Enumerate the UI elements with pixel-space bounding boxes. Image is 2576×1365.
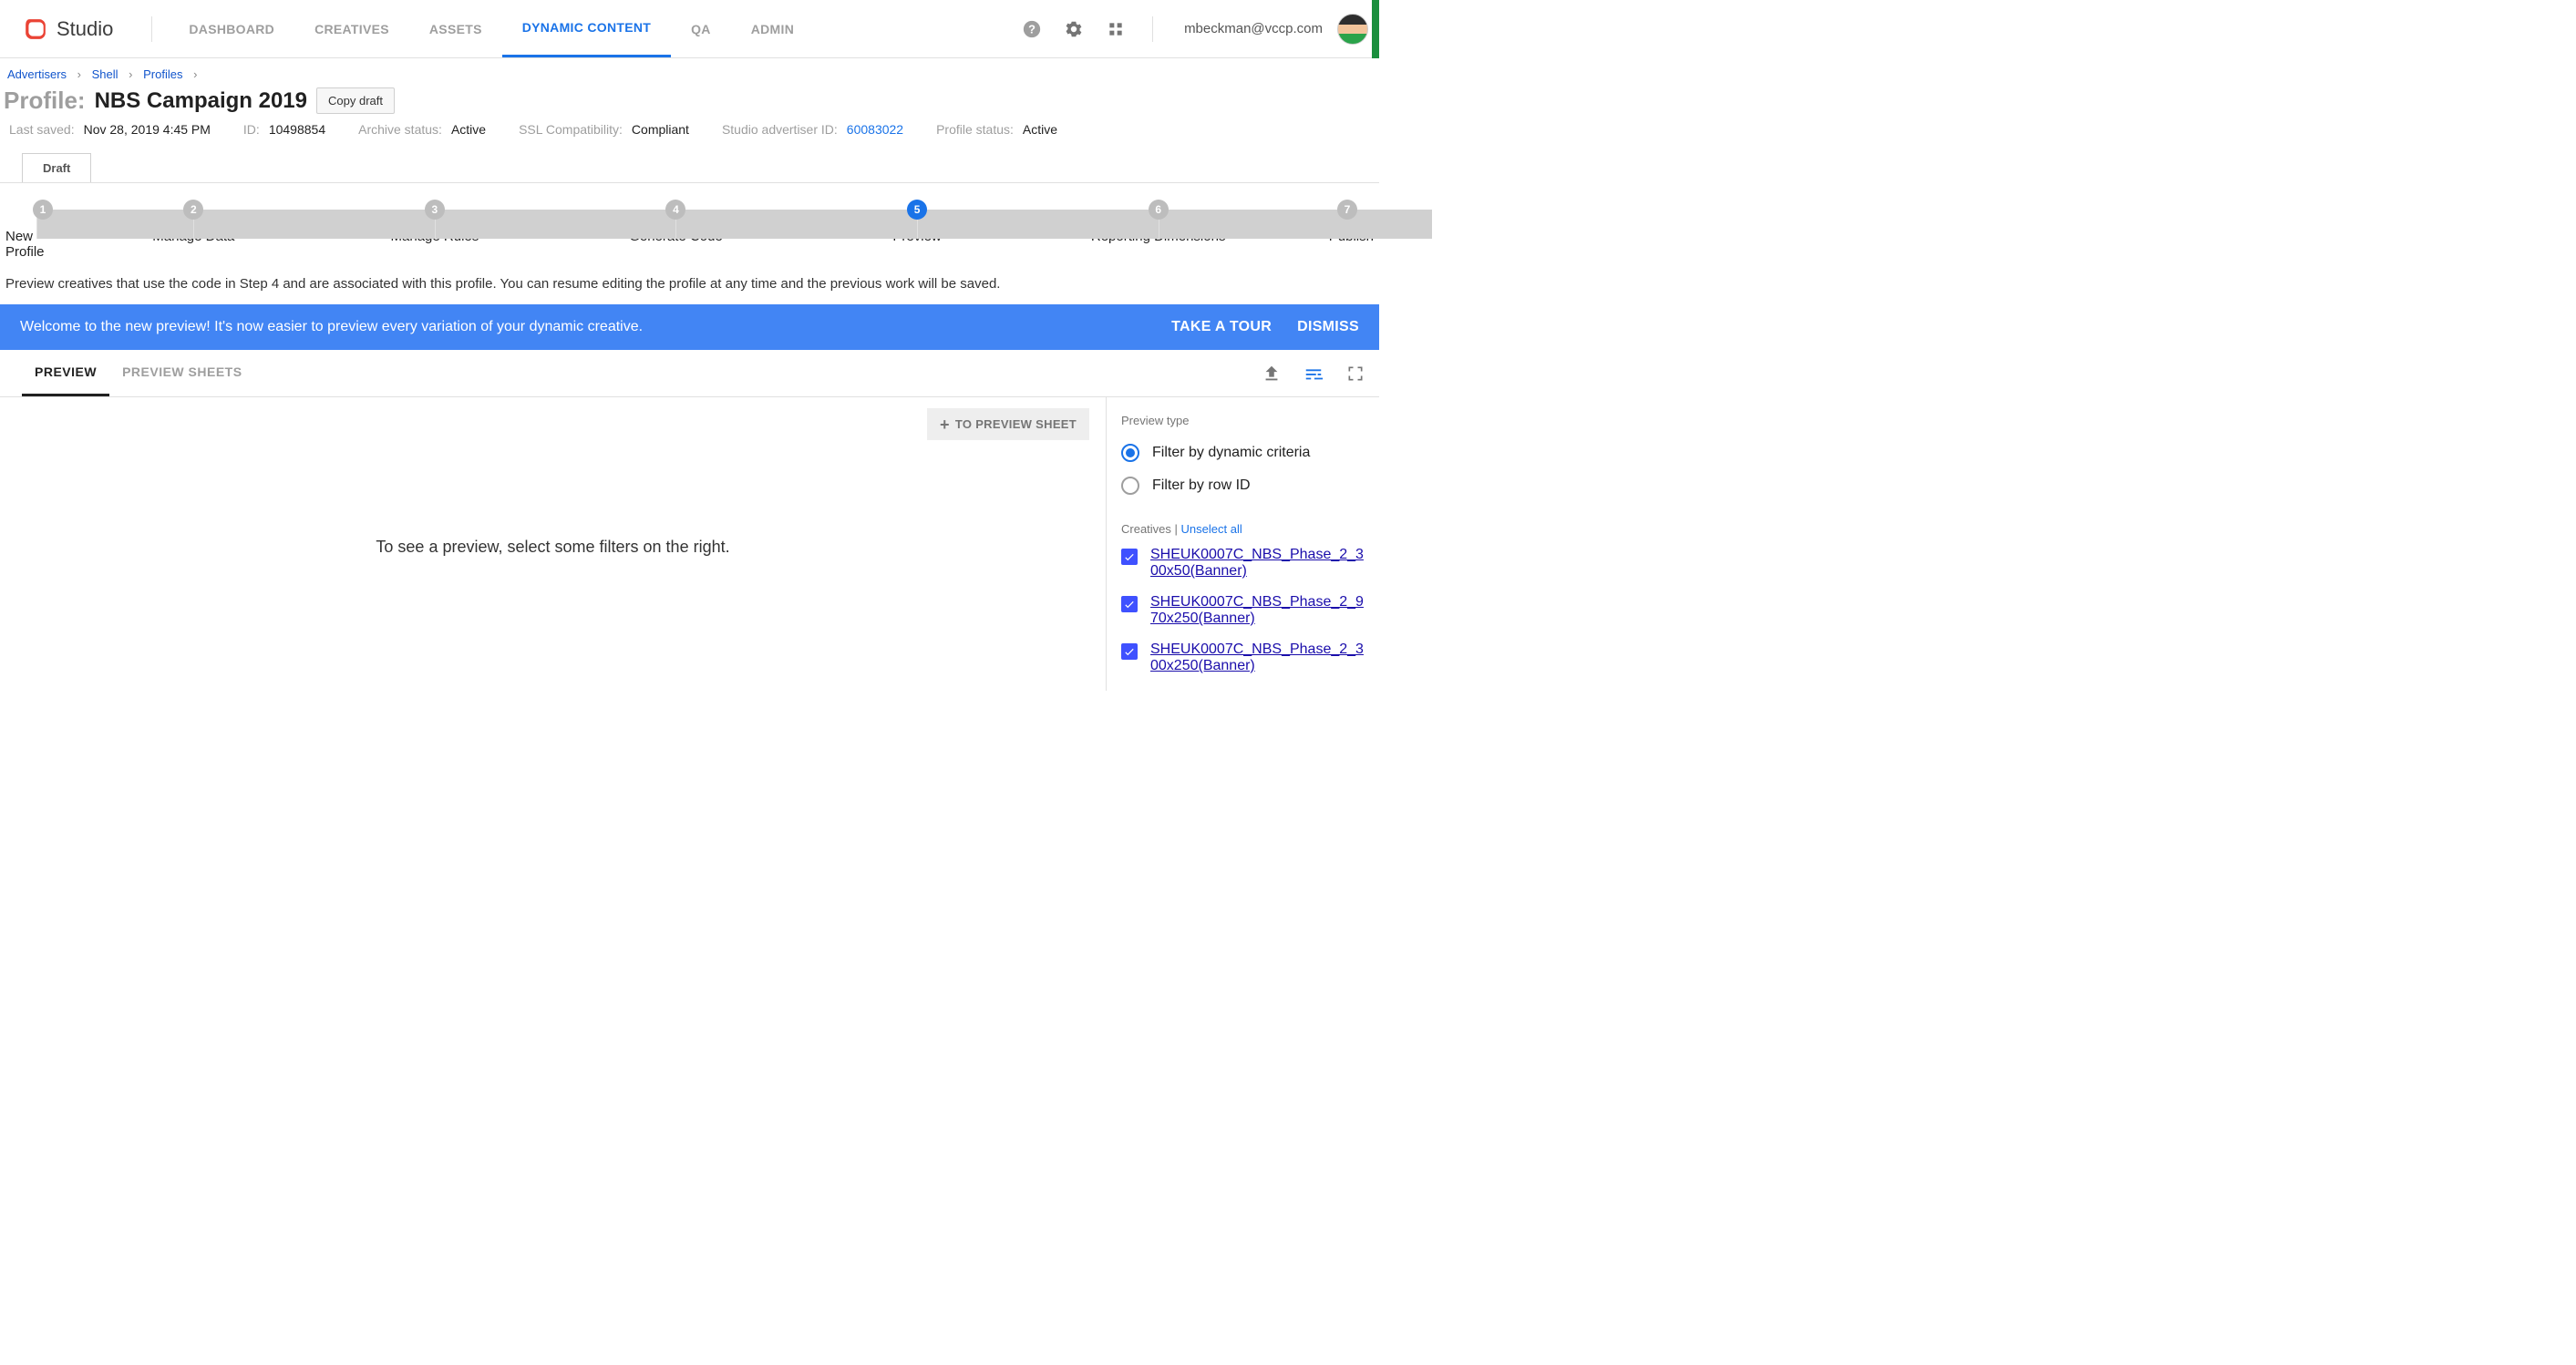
right-edge-accent [1372,0,1379,58]
preview-type-label: Preview type [1121,414,1366,427]
last-saved-label: Last saved: [9,122,75,137]
ssl-value: Compliant [632,122,689,137]
id-value: 10498854 [269,122,325,137]
creative-item: SHEUK0007C_NBS_Phase_2_970x250(Banner) [1121,583,1366,631]
radio-icon [1121,444,1139,462]
tune-icon[interactable] [1301,361,1326,386]
to-preview-sheet-button[interactable]: + TO PREVIEW SHEET [927,408,1089,440]
advertiser-id-label: Studio advertiser ID: [722,122,838,137]
divider [1152,16,1153,42]
radio-icon [1121,477,1139,495]
upload-icon[interactable] [1259,361,1284,386]
nav-admin[interactable]: ADMIN [731,0,814,57]
last-saved-value: Nov 28, 2019 4:45 PM [84,122,211,137]
preview-canvas: + TO PREVIEW SHEET To see a preview, sel… [0,397,1106,691]
copy-draft-button[interactable]: Copy draft [316,87,395,114]
top-bar: Studio DASHBOARD CREATIVES ASSETS DYNAMI… [0,0,1379,58]
main-nav: DASHBOARD CREATIVES ASSETS DYNAMIC CONTE… [169,0,814,57]
main-split: + TO PREVIEW SHEET To see a preview, sel… [0,397,1379,691]
profile-status-value: Active [1023,122,1057,137]
tab-draft[interactable]: Draft [22,153,91,182]
creatives-header: Creatives | Unselect all [1121,522,1366,536]
profile-header: Profile: NBS Campaign 2019 Copy draft [0,87,1379,118]
ssl-label: SSL Compatibility: [519,122,623,137]
avatar[interactable] [1337,14,1368,45]
svg-text:?: ? [1028,22,1036,36]
profile-name: NBS Campaign 2019 [95,88,307,114]
hint-text: Preview creatives that use the code in S… [0,271,1379,304]
tab-preview-sheets[interactable]: PREVIEW SHEETS [109,350,254,396]
top-icons: ? [1021,18,1136,40]
step-new-profile[interactable]: 1 New Profile [0,200,73,260]
step-number: 5 [907,200,927,220]
nav-dashboard[interactable]: DASHBOARD [169,0,294,57]
step-number: 7 [1337,200,1357,220]
nav-dynamic-content[interactable]: DYNAMIC CONTENT [502,0,671,57]
dismiss-button[interactable]: DISMISS [1272,319,1359,335]
chevron-right-icon: › [121,67,139,81]
creative-item: SHEUK0007C_NBS_Phase_2_300x50(Banner) [1121,536,1366,583]
crumb-advertisers[interactable]: Advertisers [7,67,67,81]
creatives-label: Creatives [1121,522,1171,536]
radio-row-id[interactable]: Filter by row ID [1121,469,1366,502]
radio-dynamic-criteria[interactable]: Filter by dynamic criteria [1121,436,1366,469]
draft-tabs: Draft [0,148,1379,182]
creative-link[interactable]: SHEUK0007C_NBS_Phase_2_300x50(Banner) [1150,547,1366,580]
divider [151,16,152,42]
creative-link[interactable]: SHEUK0007C_NBS_Phase_2_970x250(Banner) [1150,594,1366,627]
preview-tabs-row: PREVIEW PREVIEW SHEETS [0,350,1379,397]
step-number: 6 [1149,200,1169,220]
breadcrumb: Advertisers › Shell › Profiles › [0,58,1379,87]
advertiser-id-link[interactable]: 60083022 [847,122,903,137]
archive-label: Archive status: [358,122,442,137]
filter-sidebar: Preview type Filter by dynamic criteria … [1106,397,1379,691]
unselect-all-link[interactable]: Unselect all [1181,522,1242,536]
brand-name: Studio [57,17,113,41]
profile-status-label: Profile status: [936,122,1014,137]
profile-meta: Last saved: Nov 28, 2019 4:45 PM ID: 10498… [0,118,1379,148]
checkbox-checked-icon[interactable] [1121,643,1138,660]
nav-qa[interactable]: QA [671,0,731,57]
id-label: ID: [243,122,260,137]
help-icon[interactable]: ? [1021,18,1043,40]
radio-label: Filter by row ID [1152,477,1251,494]
step-number: 1 [33,200,53,220]
radio-label: Filter by dynamic criteria [1152,445,1310,461]
take-tour-button[interactable]: TAKE A TOUR [1146,319,1272,335]
crumb-profiles[interactable]: Profiles [143,67,182,81]
nav-creatives[interactable]: CREATIVES [294,0,409,57]
chevron-right-icon: › [186,67,204,81]
to-preview-sheet-label: TO PREVIEW SHEET [955,417,1077,431]
tab-preview[interactable]: PREVIEW [22,350,109,396]
fullscreen-icon[interactable] [1343,361,1368,386]
archive-value: Active [451,122,486,137]
info-banner: Welcome to the new preview! It's now eas… [0,304,1379,350]
nav-assets[interactable]: ASSETS [409,0,502,57]
user-email[interactable]: mbeckman@vccp.com [1170,21,1337,36]
checkbox-checked-icon[interactable] [1121,549,1138,565]
step-number: 3 [425,200,445,220]
studio-logo-icon [24,17,47,41]
profile-prefix: Profile: [4,87,86,115]
chevron-right-icon: › [70,67,88,81]
checkbox-checked-icon[interactable] [1121,596,1138,612]
logo[interactable]: Studio [0,17,135,41]
stepper: 1 New Profile 2 Manage Data 3 Manage Rul… [0,183,1379,271]
gear-icon[interactable] [1063,18,1085,40]
banner-message: Welcome to the new preview! It's now eas… [20,319,1146,335]
crumb-shell[interactable]: Shell [92,67,118,81]
apps-icon[interactable] [1105,18,1127,40]
creative-link[interactable]: SHEUK0007C_NBS_Phase_2_300x250(Banner) [1150,641,1366,674]
creative-item: SHEUK0007C_NBS_Phase_2_300x250(Banner) [1121,631,1366,678]
